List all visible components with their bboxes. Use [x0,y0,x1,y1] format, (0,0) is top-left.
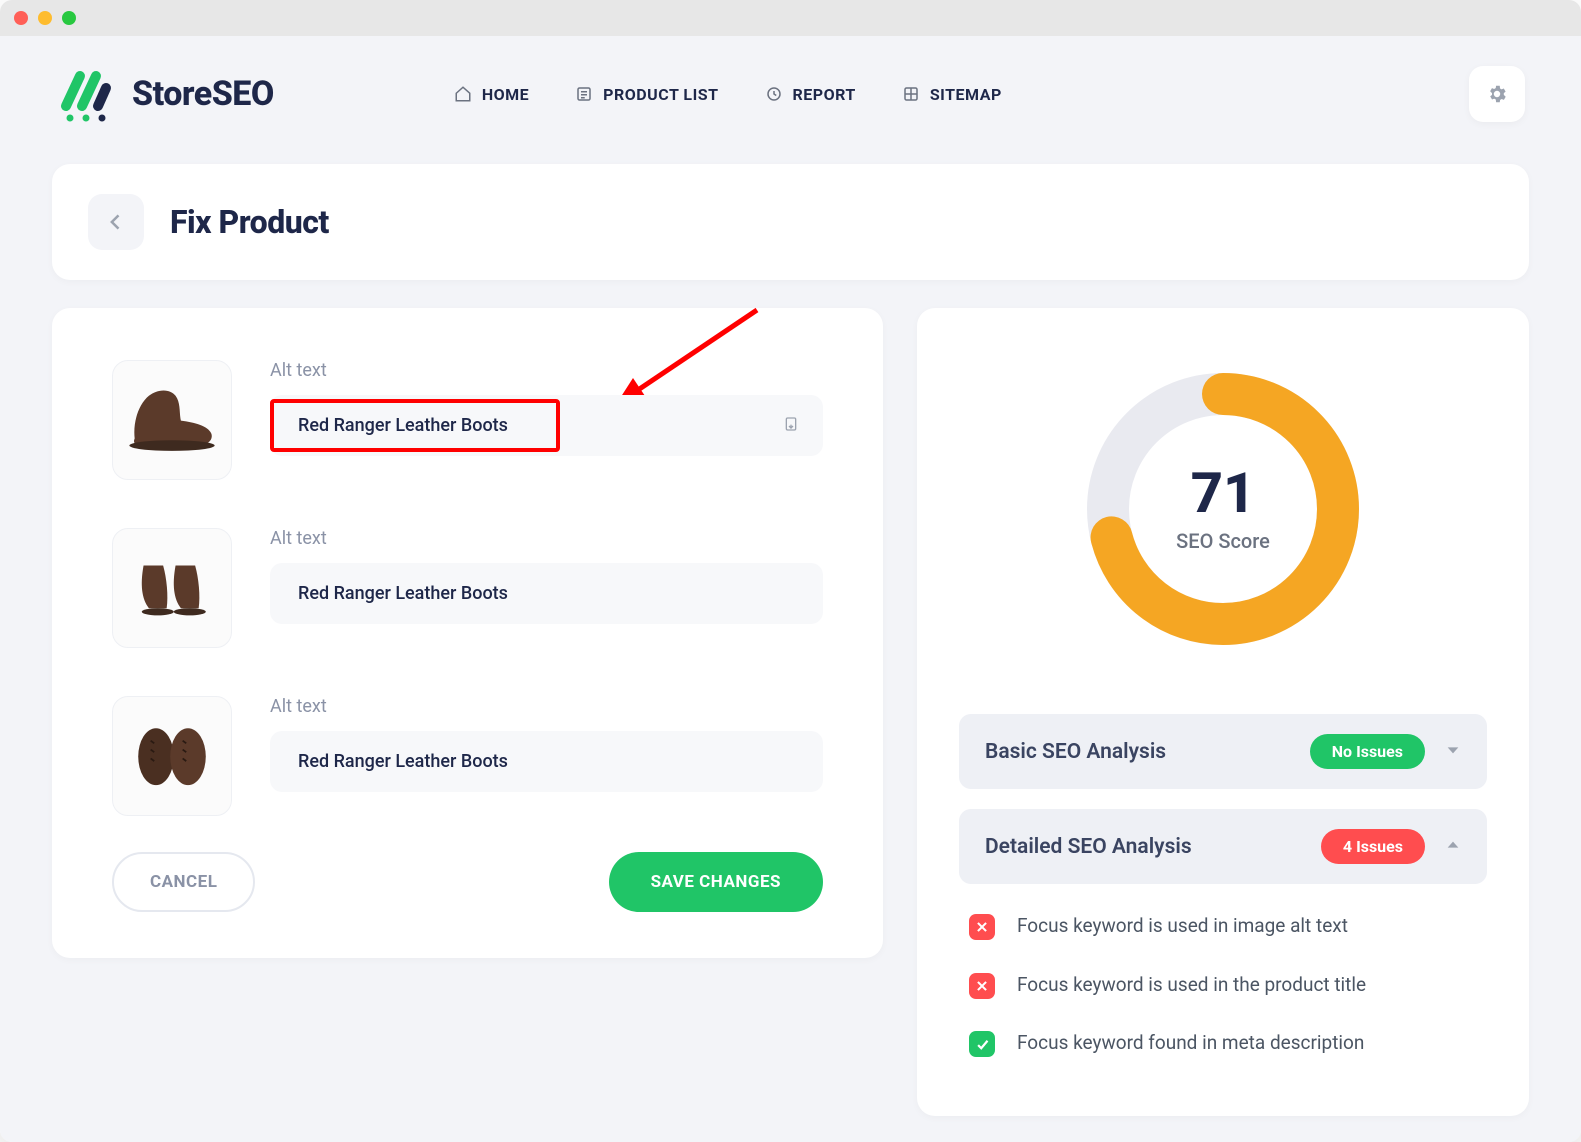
brand: StoreSEO [56,64,274,124]
nav-sitemap[interactable]: SITEMAP [902,85,1002,104]
nav-product-list-label: PRODUCT LIST [603,85,718,104]
gear-icon [1486,83,1508,105]
product-thumbnail [112,528,232,648]
nav-home-label: HOME [482,85,529,104]
alt-text-input-1[interactable] [270,395,823,456]
issue-text: Focus keyword found in meta description [1017,1029,1364,1058]
page-title: Fix Product [170,203,329,241]
nav-product-list[interactable]: PRODUCT LIST [575,85,718,104]
alt-text-row: Alt text [112,696,823,816]
cancel-button[interactable]: CANCEL [112,852,255,912]
detailed-seo-badge: 4 Issues [1321,829,1425,864]
product-thumbnail [112,360,232,480]
check-icon [969,1031,995,1057]
basic-seo-badge: No Issues [1310,734,1425,769]
save-changes-button[interactable]: SAVE CHANGES [609,852,823,912]
basic-seo-title: Basic SEO Analysis [985,740,1310,764]
detailed-seo-accordion[interactable]: Detailed SEO Analysis 4 Issues [959,809,1487,884]
chevron-left-icon [106,212,126,232]
nav-sitemap-label: SITEMAP [930,85,1002,104]
seo-score-gauge: 71 SEO Score [1078,364,1368,654]
product-thumbnail [112,696,232,816]
alt-text-label: Alt text [270,528,823,549]
chevron-down-icon [1445,742,1461,762]
alt-text-row: Alt text [112,528,823,648]
issue-text: Focus keyword is used in the product tit… [1017,971,1366,1000]
issue-row: Focus keyword is used in image alt text [969,912,1477,941]
window-titlebar [0,0,1581,36]
nav-home[interactable]: HOME [454,85,529,104]
nav-report[interactable]: REPORT [765,85,856,104]
alt-text-label: Alt text [270,696,823,717]
cross-icon [969,973,995,999]
sitemap-icon [902,85,920,103]
alt-text-field-3[interactable] [298,751,767,772]
cross-icon [969,914,995,940]
detailed-seo-title: Detailed SEO Analysis [985,835,1321,859]
minimize-window-icon[interactable] [38,11,52,25]
issue-row: Focus keyword is used in the product tit… [969,971,1477,1000]
maximize-window-icon[interactable] [62,11,76,25]
brand-logo-icon [56,64,116,124]
report-icon [765,85,783,103]
chevron-up-icon [1445,837,1461,857]
alt-text-input-2[interactable] [270,563,823,624]
issue-row: Focus keyword found in meta description [969,1029,1477,1058]
nav-report-label: REPORT [793,85,856,104]
issue-text: Focus keyword is used in image alt text [1017,912,1348,941]
text-template-icon[interactable] [783,415,799,437]
settings-button[interactable] [1469,66,1525,122]
alt-text-field-1[interactable] [298,415,767,436]
home-icon [454,85,472,103]
seo-score-label: SEO Score [1176,529,1270,553]
brand-name: StoreSEO [132,74,274,114]
alt-text-input-3[interactable] [270,731,823,792]
back-button[interactable] [88,194,144,250]
close-window-icon[interactable] [14,11,28,25]
seo-score-value: 71 [1191,465,1256,521]
list-icon [575,85,593,103]
alt-text-field-2[interactable] [298,583,767,604]
basic-seo-accordion[interactable]: Basic SEO Analysis No Issues [959,714,1487,789]
